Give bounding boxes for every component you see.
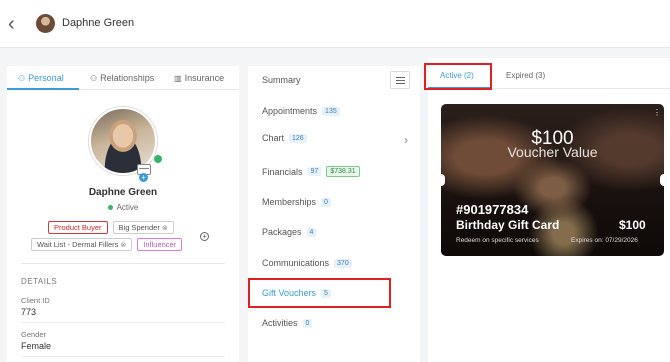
count-badge: 0	[302, 318, 313, 328]
tab-expired-vouchers[interactable]: Expired (3)	[506, 71, 545, 80]
remove-tag-icon[interactable]: ⊗	[162, 225, 168, 233]
chevron-right-icon[interactable]: ›	[404, 133, 408, 147]
gender-label: Gender	[21, 330, 47, 339]
nav-label: Packages	[262, 227, 302, 237]
gender-value: Female	[21, 341, 52, 351]
profile-tabs: ⚇ Personal ⚇ Relationships ▥ Insurance	[7, 66, 239, 90]
details-heading: DETAILS	[21, 277, 58, 286]
client-header: ‹ Daphne Green	[0, 0, 670, 48]
voucher-code: #901977834	[456, 202, 529, 217]
more-options-icon[interactable]: ⋮	[653, 108, 661, 117]
divider	[21, 263, 225, 264]
tag-product-buyer[interactable]: Product Buyer	[48, 221, 108, 234]
tab-label: Personal	[28, 73, 64, 83]
voucher-redeem-text: Redeem on specific services	[456, 237, 539, 244]
highlight-box-gift-vouchers	[248, 278, 391, 308]
nav-label: Chart	[262, 133, 285, 143]
voucher-title: Birthday Gift Card	[456, 218, 560, 232]
amount-badge: $738.31	[326, 166, 360, 177]
client-nav: Summary Appointments 135 Chart 126 › Finan…	[248, 66, 420, 362]
tag-label: Big Spender	[118, 223, 160, 232]
tab-relationships[interactable]: ⚇ Relationships	[90, 73, 154, 83]
avatar	[36, 14, 55, 33]
nav-memberships[interactable]: Memberships 0	[262, 197, 331, 207]
voucher-value-label: Voucher Value	[507, 144, 598, 160]
nav-label: Memberships	[262, 197, 317, 207]
voucher-expiry: Expires on: 07/29/2026	[571, 237, 638, 244]
voucher-price: $100	[619, 218, 646, 232]
tab-insurance[interactable]: ▥ Insurance	[174, 73, 224, 83]
nav-financials[interactable]: Financials 97 $738.31	[262, 166, 360, 177]
count-badge: 126	[289, 133, 307, 143]
verified-badge-icon	[154, 155, 162, 163]
nav-appointments[interactable]: Appointments 135	[262, 106, 340, 116]
status-dot-icon	[107, 205, 113, 211]
tab-label: Insurance	[184, 73, 225, 83]
tag-label: Wait List - Dermal Fillers	[37, 240, 119, 249]
ticket-notch	[660, 174, 664, 186]
divider	[21, 356, 225, 357]
tab-label: Relationships	[100, 73, 155, 83]
tag-influencer[interactable]: Influencer	[137, 238, 183, 251]
tag-wait-list[interactable]: Wait List - Dermal Fillers ⊗	[31, 238, 133, 251]
back-button[interactable]: ‹	[8, 14, 24, 34]
vouchers-panel: Active (2) Expired (3) ⋮ $100 Voucher Va…	[428, 58, 670, 362]
nav-packages[interactable]: Packages 4	[262, 227, 317, 237]
count-badge: 370	[334, 258, 352, 268]
count-badge: 4	[306, 227, 317, 237]
nav-label: Activities	[262, 318, 298, 328]
status-badge: Active	[7, 203, 239, 212]
nav-summary[interactable]: Summary	[262, 75, 301, 85]
add-card-icon[interactable]: +	[139, 173, 148, 182]
voucher-photo	[441, 104, 664, 256]
client-id-value: 773	[21, 307, 37, 317]
highlight-box-active-tab	[424, 63, 492, 90]
remove-tag-icon[interactable]: ⊗	[120, 242, 126, 250]
divider	[21, 322, 225, 323]
tag-row-1: Product Buyer Big Spender ⊗	[48, 221, 174, 234]
active-tab-indicator	[7, 88, 79, 90]
user-icon: ⚇	[18, 74, 26, 83]
nav-label: Communications	[262, 258, 330, 268]
relationships-icon: ⚇	[90, 74, 98, 83]
nav-label: Financials	[262, 166, 303, 177]
count-badge: 135	[322, 106, 340, 116]
tag-big-spender[interactable]: Big Spender ⊗	[112, 221, 174, 234]
count-badge: 97	[307, 167, 322, 176]
nav-chart[interactable]: Chart 126	[262, 133, 307, 143]
menu-toggle-button[interactable]	[390, 71, 410, 89]
nav-activities[interactable]: Activities 0	[262, 318, 313, 328]
profile-name: Daphne Green	[88, 187, 158, 198]
tab-personal[interactable]: ⚇ Personal	[18, 73, 64, 83]
gift-voucher-card[interactable]: ⋮ $100 Voucher Value #901977834 Birthday…	[441, 104, 664, 256]
nav-label: Summary	[262, 75, 301, 85]
building-icon: ▥	[174, 74, 182, 83]
count-badge: 0	[321, 197, 331, 207]
client-id-label: Client ID	[21, 296, 50, 305]
add-tag-button[interactable]: +	[200, 232, 209, 241]
client-name: Daphne Green	[62, 17, 135, 29]
profile-panel: ⚇ Personal ⚇ Relationships ▥ Insurance + Da…	[7, 66, 239, 362]
status-label: Active	[116, 203, 139, 212]
nav-label: Appointments	[262, 106, 318, 116]
tag-row-2: Wait List - Dermal Fillers ⊗ Influencer	[31, 238, 183, 251]
nav-communications[interactable]: Communications 370	[262, 258, 352, 268]
